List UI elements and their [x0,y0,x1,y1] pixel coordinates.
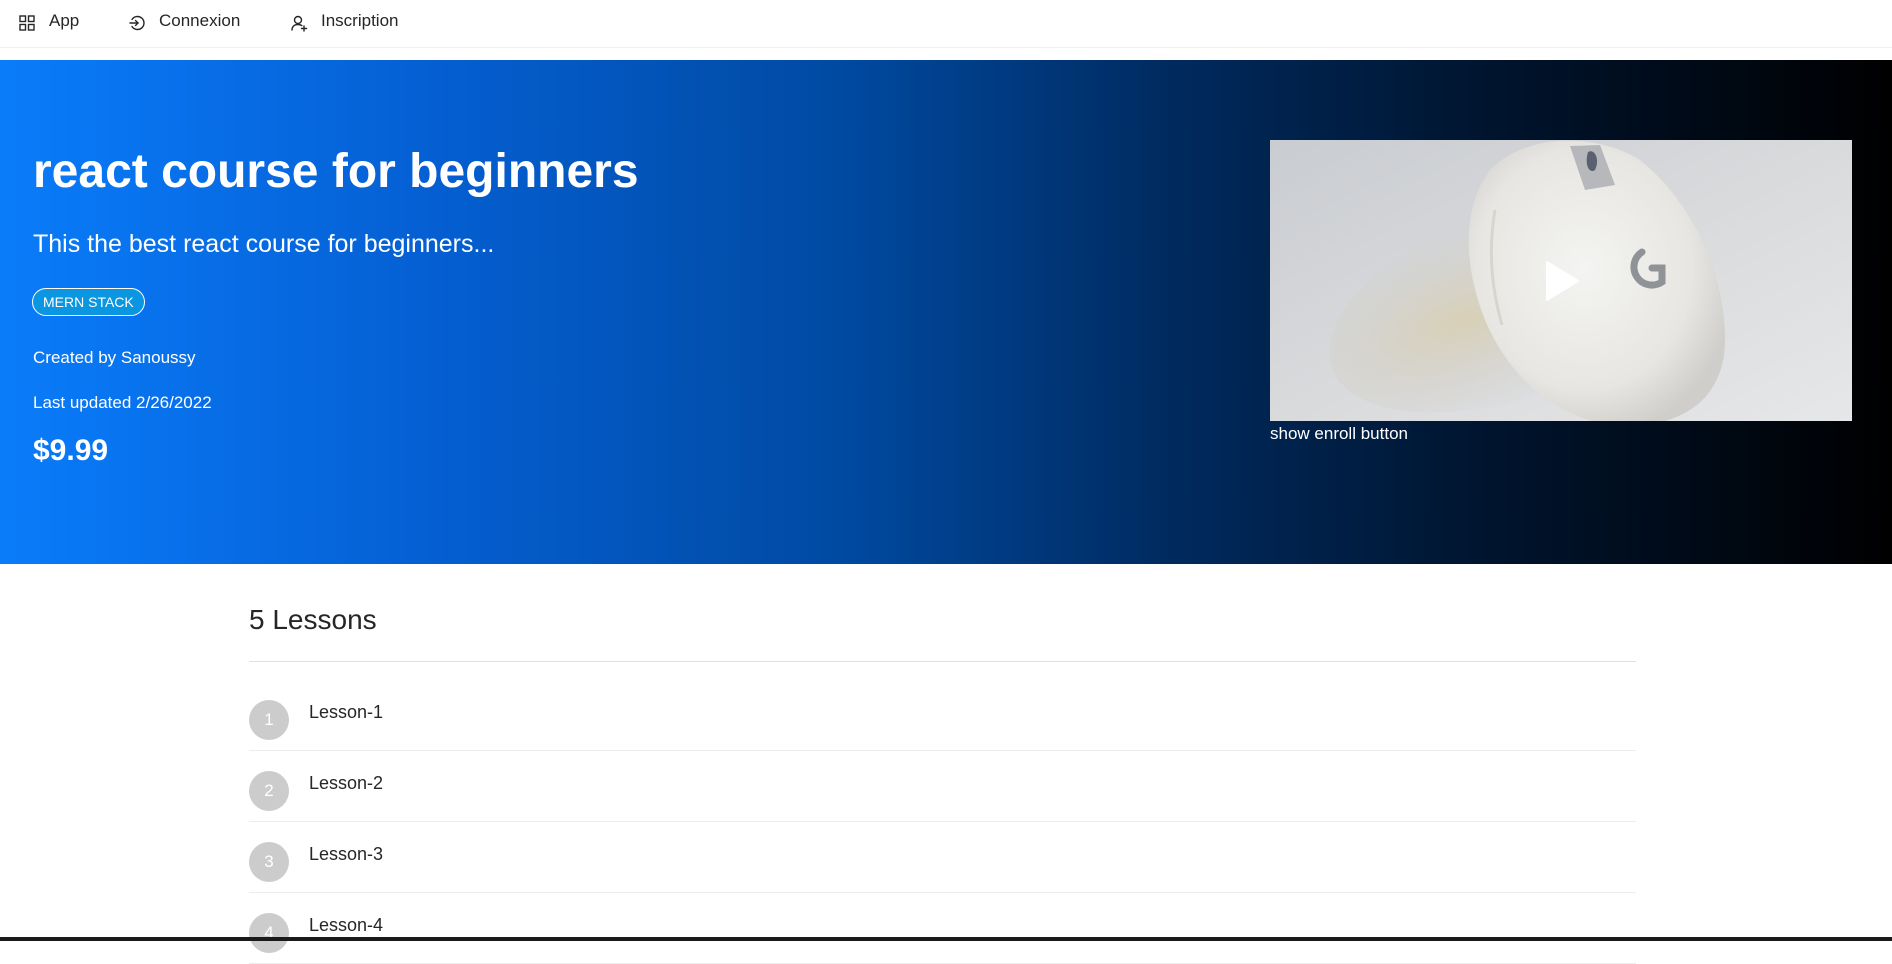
lesson-title: Lesson-3 [309,844,384,864]
lesson-number-badge: 2 [249,771,289,811]
course-price: $9.99 [33,434,109,467]
nav-item-inscription[interactable]: Inscription [290,0,398,42]
nav-label-connexion: Connexion [159,11,241,30]
lesson-number-badge: 3 [249,842,289,882]
course-title: react course for beginners [33,145,639,198]
course-author: Created by Sanoussy [33,348,196,367]
lesson-row[interactable]: 2 Lesson-2 [249,751,1636,822]
lesson-number-badge: 1 [249,700,289,740]
lesson-number-badge: 4 [249,913,289,953]
lesson-title: Lesson-1 [309,702,384,722]
lessons-divider [249,661,1636,662]
lesson-row[interactable]: 1 Lesson-1 [249,680,1636,751]
lessons-count-heading: 5 Lessons [249,604,377,635]
nav-item-connexion[interactable]: Connexion [128,0,240,42]
nav-item-app[interactable]: App [18,0,79,42]
nav-label-app: App [49,11,80,30]
horizontal-scrollbar[interactable] [0,937,1892,941]
category-badge: MERN STACK [32,288,145,316]
lesson-title: Lesson-2 [309,773,384,793]
user-add-icon [290,14,308,32]
course-hero: react course for beginners This the best… [0,60,1892,564]
course-description: This the best react course for beginners… [33,230,495,258]
nav-label-inscription: Inscription [321,11,399,30]
lesson-row[interactable]: 4 Lesson-4 [249,893,1636,964]
apps-grid-icon [18,14,36,32]
play-icon[interactable] [1538,258,1584,304]
course-updated: Last updated 2/26/2022 [33,393,212,412]
course-preview-image[interactable] [1270,140,1852,421]
lesson-title: Lesson-4 [309,915,384,935]
top-navigation: App Connexion Inscription [0,0,1892,48]
login-icon [128,14,146,32]
show-enroll-button-link[interactable]: show enroll button [1270,424,1408,444]
lesson-row[interactable]: 3 Lesson-3 [249,822,1636,893]
